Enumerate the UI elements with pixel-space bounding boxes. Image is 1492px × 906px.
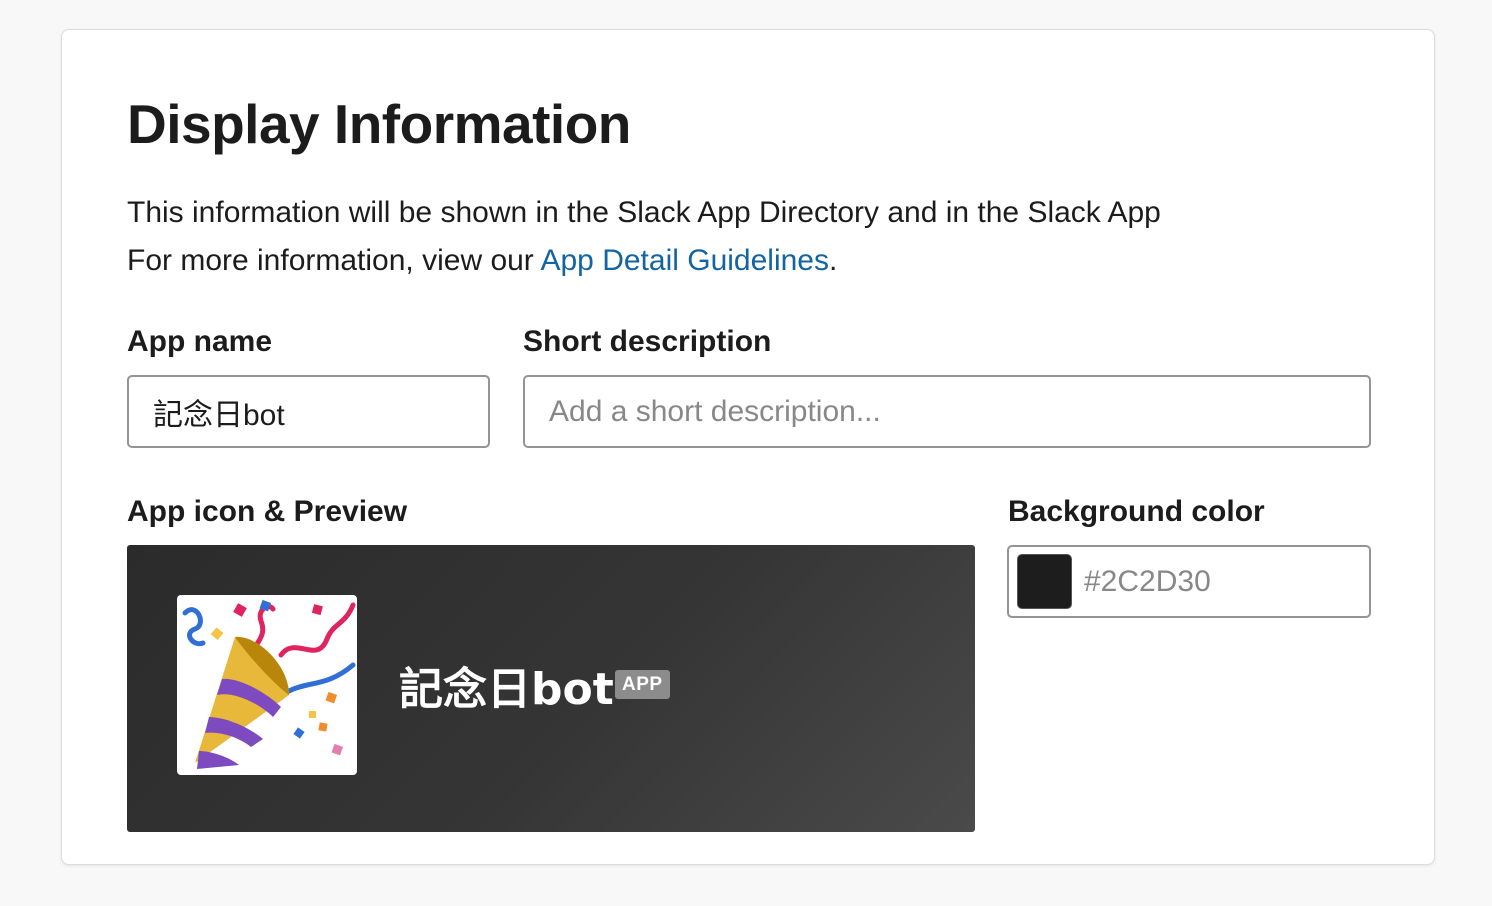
short-description-input[interactable]: Add a short description... (523, 375, 1371, 448)
description-line-2: For more information, view our App Detai… (127, 244, 837, 278)
background-color-input[interactable]: #2C2D30 (1007, 545, 1371, 618)
short-description-placeholder: Add a short description... (549, 394, 881, 428)
background-color-placeholder: #2C2D30 (1084, 564, 1211, 598)
display-information-card: Display Information This information wil… (61, 29, 1435, 865)
description-prefix: For more information, view our (127, 244, 541, 277)
background-color-label: Background color (1008, 495, 1265, 528)
page-title: Display Information (127, 93, 631, 155)
app-name-label: App name (127, 325, 273, 358)
description-suffix: . (829, 244, 838, 277)
app-detail-guidelines-link[interactable]: App Detail Guidelines (540, 244, 829, 277)
app-name-input[interactable]: 記念日bot (127, 375, 490, 448)
color-swatch[interactable] (1017, 554, 1072, 609)
app-preview-panel: 記念日bot APP (127, 545, 975, 832)
app-icon-preview-label: App icon & Preview (127, 495, 408, 528)
description-line-1: This information will be shown in the Sl… (127, 196, 1161, 229)
app-name-value: 記念日bot (153, 398, 285, 432)
preview-app-name: 記念日bot (399, 664, 614, 715)
party-popper-icon[interactable] (177, 595, 357, 775)
short-description-label: Short description (523, 325, 772, 358)
app-badge: APP (615, 670, 670, 699)
